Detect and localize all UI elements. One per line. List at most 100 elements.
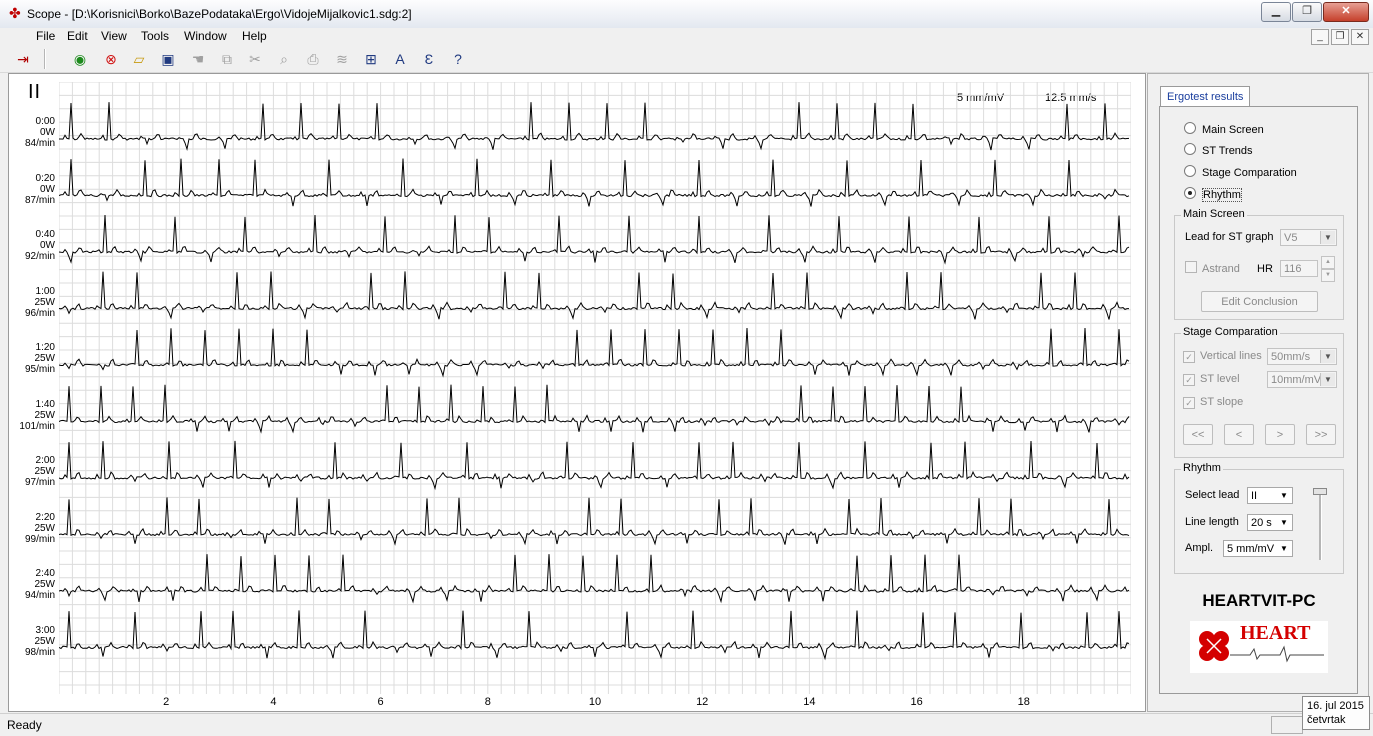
st-level-checkbox-box[interactable]: ✓: [1183, 374, 1195, 386]
row-label-time: 2:00: [35, 455, 55, 466]
menu-file[interactable]: File: [36, 29, 55, 43]
row-label-load: 0W: [40, 183, 55, 195]
hr-input[interactable]: 116: [1280, 260, 1318, 277]
hand-icon[interactable]: ☚: [188, 49, 208, 69]
filter-icon[interactable]: ≋: [332, 49, 352, 69]
menu-view[interactable]: View: [101, 29, 127, 43]
st-level-select[interactable]: 10mm/mV ▼: [1267, 371, 1337, 388]
mdi-close-button[interactable]: ✕: [1351, 29, 1369, 45]
ecg-rhythm-view[interactable]: II 5 mm/mV 12.5 mm/s 0:00 0W 84/min 0:20 0W 8…: [8, 73, 1146, 712]
st-slope-checkbox-box[interactable]: ✓: [1183, 397, 1195, 409]
row-label-load: 25W: [34, 635, 55, 647]
row-label-load: 25W: [34, 522, 55, 534]
ecg-grid: [59, 82, 1131, 694]
first-stage-button[interactable]: <<: [1183, 424, 1213, 445]
x-tick-label: 12: [696, 696, 709, 708]
open-folder-icon[interactable]: ▱: [129, 49, 149, 69]
cut-icon[interactable]: ✂: [245, 49, 265, 69]
status-pane: [1271, 716, 1303, 734]
row-label-hr: 101/min: [19, 420, 55, 432]
stop-icon[interactable]: ⊗: [101, 49, 121, 69]
toolbar-separator: [44, 49, 46, 69]
radio-st-trends-circle[interactable]: [1184, 143, 1196, 155]
date-tooltip: 16. jul 2015 četvrtak: [1302, 696, 1370, 730]
exit-icon[interactable]: ⇥: [13, 49, 33, 69]
minimize-button[interactable]: ▁: [1261, 2, 1291, 22]
st-level-value: 10mm/mV: [1271, 374, 1322, 386]
font-icon[interactable]: A: [390, 49, 410, 69]
radio-stage-comparation-label: Stage Comparation: [1202, 167, 1297, 179]
stage-comparation-group: Stage Comparation ✓ Vertical lines 50mm/s…: [1174, 326, 1344, 458]
lead-for-st-graph-value: V5: [1284, 232, 1298, 244]
vertical-lines-checkbox[interactable]: ✓ Vertical lines: [1183, 350, 1262, 363]
amplitude-slider-track[interactable]: [1319, 488, 1322, 560]
row-label-time: 1:00: [35, 285, 55, 297]
select-lead-select[interactable]: II ▼: [1247, 487, 1293, 504]
spin-down-icon[interactable]: ▼: [1321, 269, 1335, 282]
line-length-value: 20 s: [1251, 517, 1272, 529]
grid-icon[interactable]: ⊞: [361, 49, 381, 69]
print-icon[interactable]: ⎙: [303, 49, 323, 69]
prev-stage-button[interactable]: <: [1224, 424, 1254, 445]
menu-edit[interactable]: Edit: [67, 29, 88, 43]
help-icon[interactable]: ?: [448, 49, 468, 69]
radio-stage-comparation[interactable]: Stage Comparation: [1184, 165, 1297, 179]
line-length-label: Line length: [1185, 516, 1239, 528]
maximize-button[interactable]: ❐: [1292, 2, 1322, 22]
x-tick-label: 16: [910, 696, 923, 708]
radio-st-trends[interactable]: ST Trends: [1184, 143, 1253, 157]
preview-icon[interactable]: ⌕: [274, 49, 294, 69]
last-stage-button[interactable]: >>: [1306, 424, 1336, 445]
save-icon[interactable]: ▣: [158, 49, 178, 69]
x-tick-label: 6: [377, 696, 384, 708]
edit-conclusion-button[interactable]: Edit Conclusion: [1201, 291, 1318, 312]
copy-icon[interactable]: ⧉: [217, 49, 237, 69]
window-title: Scope - [D:\Korisnici\Borko\BazePodataka…: [27, 7, 412, 21]
text-icon[interactable]: Ɛ: [419, 49, 439, 69]
next-stage-button[interactable]: >: [1265, 424, 1295, 445]
row-label: 1:20 25W 95/min: [9, 342, 55, 375]
st-slope-checkbox[interactable]: ✓ ST slope: [1183, 396, 1243, 409]
x-tick-label: 4: [270, 696, 277, 708]
astrand-checkbox-box[interactable]: [1185, 261, 1197, 273]
row-label-time: 0:00: [35, 116, 55, 127]
radio-stage-comparation-circle[interactable]: [1184, 165, 1196, 177]
vertical-lines-select[interactable]: 50mm/s ▼: [1267, 348, 1337, 365]
spin-up-icon[interactable]: ▲: [1321, 256, 1335, 269]
row-label-hr: 96/min: [24, 307, 55, 319]
row-label: 3:00 25W 98/min: [9, 625, 55, 658]
radio-main-screen[interactable]: Main Screen: [1184, 122, 1264, 136]
chevron-down-icon: ▼: [1277, 489, 1291, 502]
st-level-label: ST level: [1200, 373, 1240, 385]
radio-rhythm-circle[interactable]: [1184, 187, 1196, 199]
mdi-restore-button[interactable]: ❐: [1331, 29, 1349, 45]
astrand-checkbox[interactable]: Astrand: [1185, 261, 1240, 275]
tab-ergotest-results[interactable]: Ergotest results: [1160, 86, 1251, 107]
menu-help[interactable]: Help: [242, 29, 267, 43]
row-label-hr: 95/min: [24, 364, 55, 375]
record-icon[interactable]: ◉: [70, 49, 90, 69]
radio-rhythm[interactable]: Rhythm: [1184, 187, 1242, 202]
vertical-lines-checkbox-box[interactable]: ✓: [1183, 351, 1195, 363]
hr-value: 116: [1284, 263, 1302, 275]
mdi-minimize-button[interactable]: _: [1311, 29, 1329, 45]
status-text: Ready: [7, 718, 42, 732]
stage-comparation-group-title: Stage Comparation: [1181, 326, 1280, 338]
menu-window[interactable]: Window: [184, 29, 227, 43]
day-text: četvrtak: [1307, 714, 1346, 726]
close-button[interactable]: ✕: [1323, 2, 1369, 22]
heart-logo: HEART: [1190, 621, 1328, 673]
rhythm-group-title: Rhythm: [1181, 462, 1223, 474]
st-level-checkbox[interactable]: ✓ ST level: [1183, 373, 1240, 386]
radio-main-screen-circle[interactable]: [1184, 122, 1196, 134]
row-label-load: 25W: [34, 409, 55, 421]
line-length-select[interactable]: 20 s ▼: [1247, 514, 1293, 531]
row-label: 2:40 25W 94/min: [9, 568, 55, 601]
amplitude-slider-thumb[interactable]: [1313, 488, 1327, 495]
row-label-load: 25W: [34, 579, 55, 590]
menu-bar: File Edit View Tools Window Help _ ❐ ✕: [0, 28, 1373, 46]
hr-spinner[interactable]: ▲ ▼: [1321, 256, 1335, 282]
lead-for-st-graph-select[interactable]: V5 ▼: [1280, 229, 1337, 246]
ampl-select[interactable]: 5 mm/mV ▼: [1223, 540, 1293, 557]
menu-tools[interactable]: Tools: [141, 29, 169, 43]
